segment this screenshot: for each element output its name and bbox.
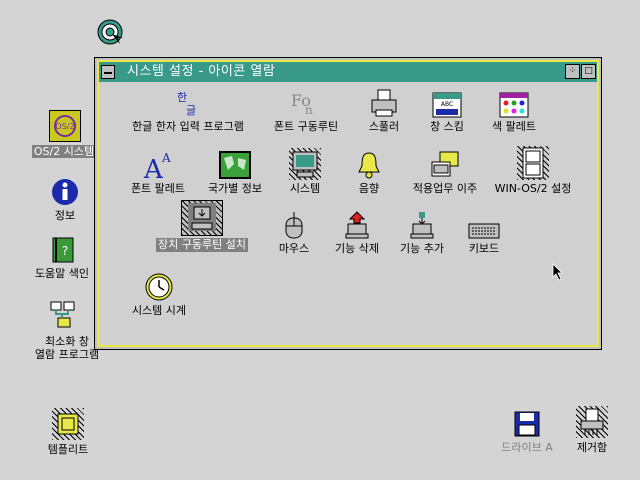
item-migrate-apps[interactable]: 적용업무 이주 xyxy=(402,146,488,196)
win-os2-setup-icon xyxy=(517,146,549,180)
item-add-feature[interactable]: 기능 추가 xyxy=(392,206,452,256)
item-sound[interactable]: 음향 xyxy=(343,146,395,196)
item-label: 국가별 정보 xyxy=(207,182,263,195)
window-title: 시스템 설정 - 아이콘 열람 xyxy=(127,64,276,79)
color-palette-icon xyxy=(499,92,529,118)
add-feature-icon xyxy=(407,210,437,240)
info-icon xyxy=(51,178,79,206)
window-scheme-icon: ABC xyxy=(432,92,462,118)
svg-text:?: ? xyxy=(62,244,68,258)
svg-text:글: 글 xyxy=(186,104,196,117)
item-label: 시스템 시계 xyxy=(131,304,187,317)
item-label: 마우스 xyxy=(278,242,310,255)
mouse-icon xyxy=(282,210,306,240)
system-menu-icon[interactable] xyxy=(101,65,115,79)
icon-view-area: 한글 한글 한자 입력 프로그램 Fo n 폰트 구동루틴 스풀러 ABC 창 스… xyxy=(99,82,597,345)
templates-label: 템플리트 xyxy=(47,443,89,456)
item-font-palette[interactable]: AA 폰트 팔레트 xyxy=(123,146,193,196)
minimize-button[interactable]: ⁘ xyxy=(565,64,580,79)
device-driver-install-icon xyxy=(181,200,223,236)
svg-text:A: A xyxy=(161,151,171,165)
desktop-icon-info[interactable]: 정보 xyxy=(42,178,88,222)
title-bar[interactable]: 시스템 설정 - 아이콘 열람 ⁘ □ xyxy=(99,62,597,82)
delete-feature-icon xyxy=(342,210,372,240)
desktop-icon-shredder[interactable]: 제거함 xyxy=(566,406,618,454)
item-system[interactable]: 시스템 xyxy=(277,146,333,196)
item-label: 창 스킴 xyxy=(430,120,464,133)
mouse-pointer-icon xyxy=(552,263,564,281)
item-win-os2-setup[interactable]: WIN-OS/2 설정 xyxy=(491,146,575,196)
drive-a-label: 드라이브 A xyxy=(501,441,553,454)
os2-system-icon: OS/2 xyxy=(49,110,81,142)
info-label: 정보 xyxy=(54,209,76,222)
hangul-input-icon: 한글 xyxy=(173,88,203,118)
bell-icon xyxy=(355,150,383,180)
spooler-icon xyxy=(368,88,400,118)
item-label: 색 팔레트 xyxy=(492,120,536,133)
item-label: 기능 삭제 xyxy=(335,242,379,255)
desktop-icon-os2-system[interactable]: OS/2 OS/2 시스템 xyxy=(32,110,98,158)
templates-icon xyxy=(52,408,84,440)
item-font-driver[interactable]: Fo n 폰트 구동루틴 xyxy=(263,84,349,134)
shredder-icon xyxy=(576,406,608,438)
desktop-icon-help-index[interactable]: ? 도움말 색인 xyxy=(30,236,96,280)
item-delete-feature[interactable]: 기능 삭제 xyxy=(327,206,387,256)
minimized-viewer-icon xyxy=(50,300,84,332)
item-country-info[interactable]: 국가별 정보 xyxy=(199,146,271,196)
desktop-icon-templates[interactable]: 템플리트 xyxy=(40,408,96,456)
item-label: 한글 한자 입력 프로그램 xyxy=(132,120,244,133)
item-label: WIN-OS/2 설정 xyxy=(494,182,572,195)
svg-text:한: 한 xyxy=(177,91,187,104)
item-label: 시스템 xyxy=(289,182,321,195)
item-keyboard[interactable]: 키보드 xyxy=(459,206,509,256)
item-label: 폰트 구동루틴 xyxy=(273,120,339,133)
item-label: 적용업무 이주 xyxy=(412,182,478,195)
target-icon xyxy=(96,18,128,46)
shredder-label: 제거함 xyxy=(576,441,608,454)
desktop-icon-drive-a[interactable]: 드라이브 A xyxy=(494,410,560,454)
svg-text:ABC: ABC xyxy=(441,101,453,108)
item-mouse[interactable]: 마우스 xyxy=(269,206,319,256)
item-system-clock[interactable]: 시스템 시계 xyxy=(121,268,197,318)
system-setup-window[interactable]: 시스템 설정 - 아이콘 열람 ⁘ □ 한글 한글 한자 입력 프로그램 Fo n… xyxy=(94,57,602,350)
item-hangul-input[interactable]: 한글 한글 한자 입력 프로그램 xyxy=(113,84,263,134)
window-frame: 시스템 설정 - 아이콘 열람 ⁘ □ 한글 한글 한자 입력 프로그램 Fo n… xyxy=(97,60,599,347)
item-label: 스풀러 xyxy=(368,120,400,133)
item-label: 장치 구동루틴 설치 xyxy=(156,238,248,252)
migrate-apps-icon xyxy=(428,150,462,180)
font-palette-icon: AA xyxy=(142,150,174,180)
floppy-disk-icon xyxy=(513,410,541,438)
svg-text:OS/2: OS/2 xyxy=(55,122,74,131)
item-window-scheme[interactable]: ABC 창 스킴 xyxy=(417,84,477,134)
os2-system-label: OS/2 시스템 xyxy=(32,145,96,158)
help-book-icon: ? xyxy=(50,236,76,264)
font-driver-icon: Fo n xyxy=(289,88,323,118)
maximize-button[interactable]: □ xyxy=(581,64,596,79)
item-label: 기능 추가 xyxy=(400,242,444,255)
keyboard-icon xyxy=(468,220,500,240)
system-monitor-icon xyxy=(289,148,321,180)
help-index-label: 도움말 색인 xyxy=(34,267,90,280)
desktop-icon-top[interactable] xyxy=(96,18,128,46)
item-device-driver-install[interactable]: 장치 구동루틴 설치 xyxy=(139,200,265,252)
item-spooler[interactable]: 스풀러 xyxy=(354,84,414,134)
svg-text:n: n xyxy=(305,103,313,117)
svg-text:A: A xyxy=(143,155,164,180)
item-label: 음향 xyxy=(358,182,380,195)
world-map-icon xyxy=(218,150,252,180)
item-label: 폰트 팔레트 xyxy=(130,182,186,195)
clock-icon xyxy=(144,272,174,302)
item-color-palette[interactable]: 색 팔레트 xyxy=(479,84,549,134)
item-label: 키보드 xyxy=(468,242,500,255)
